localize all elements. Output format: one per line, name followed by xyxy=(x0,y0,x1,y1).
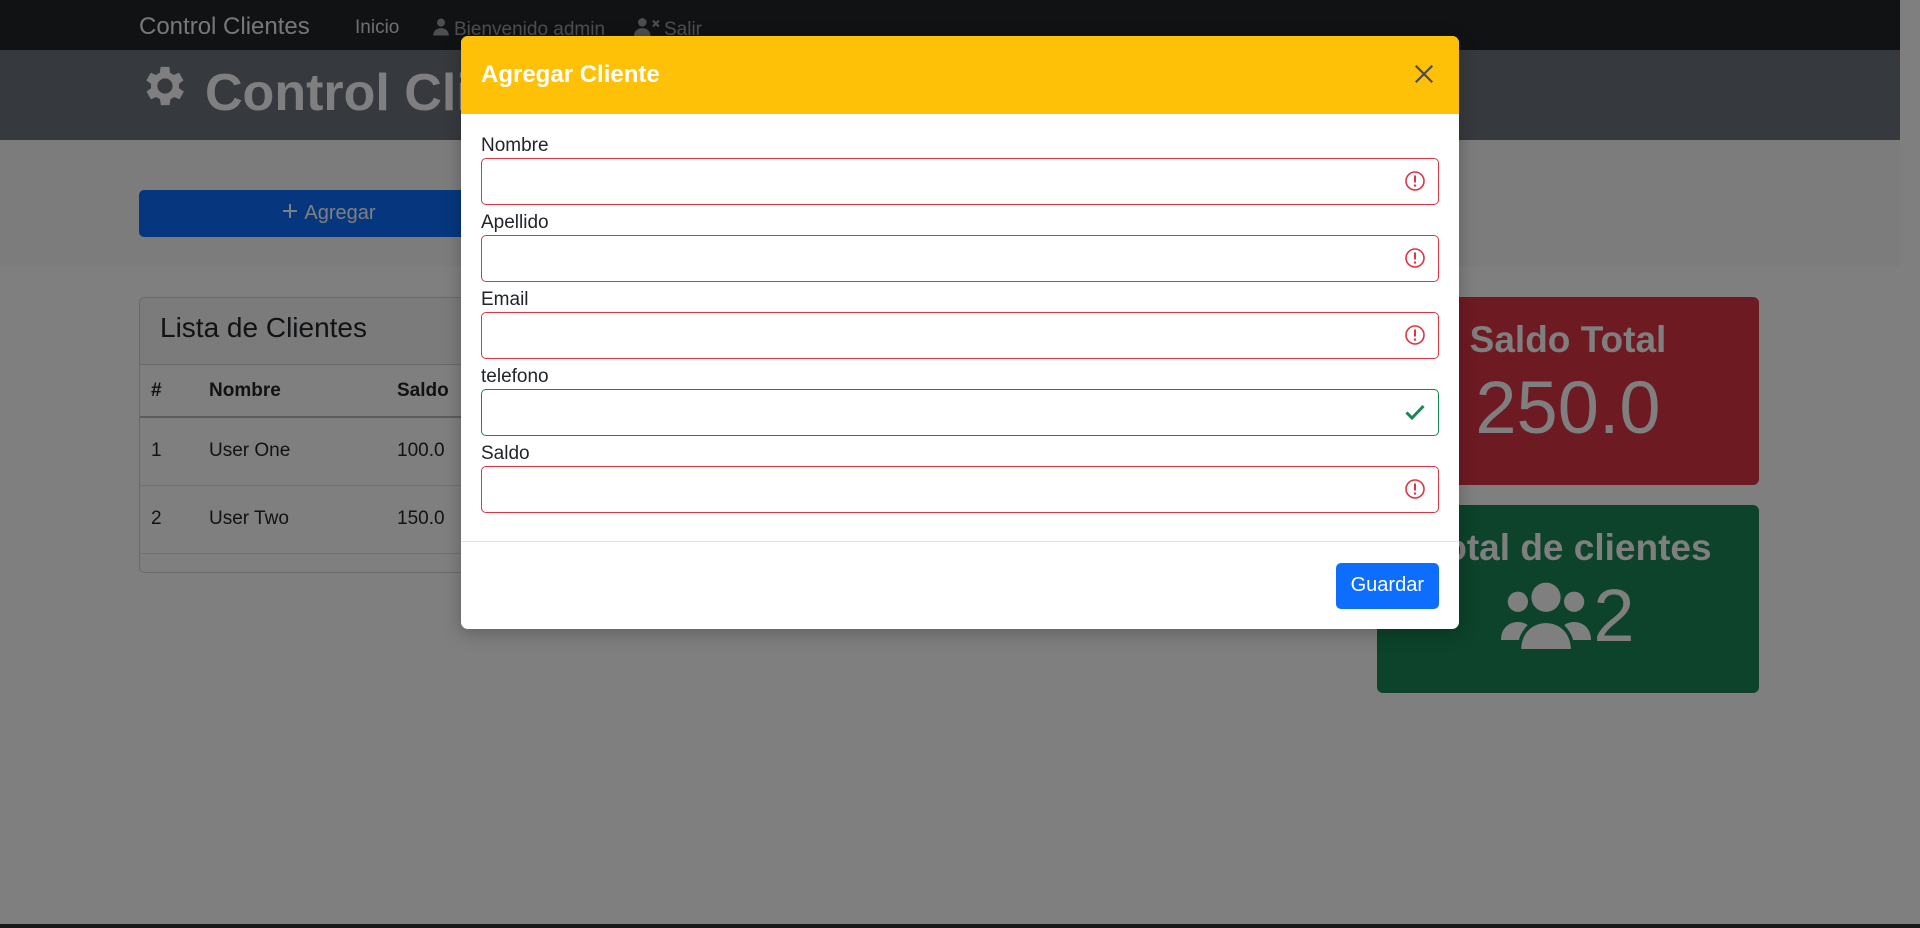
saldo-input[interactable] xyxy=(481,466,1439,513)
field-telefono: telefono xyxy=(481,365,1439,436)
save-button[interactable]: Guardar xyxy=(1335,562,1439,609)
field-label-saldo: Saldo xyxy=(481,443,530,464)
close-button[interactable] xyxy=(1409,60,1439,90)
field-apellido: Apellido xyxy=(481,211,1439,282)
telefono-input[interactable] xyxy=(481,389,1439,436)
field-nombre: Nombre xyxy=(481,134,1439,205)
field-label-telefono: telefono xyxy=(481,366,549,387)
modal-title: Agregar Cliente xyxy=(481,61,660,88)
modal-footer: Guardar xyxy=(461,542,1459,629)
modal-header: Agregar Cliente xyxy=(461,36,1459,114)
field-saldo: Saldo xyxy=(481,442,1439,513)
field-email: Email xyxy=(481,288,1439,359)
field-label-apellido: Apellido xyxy=(481,212,549,233)
add-client-modal: Agregar Cliente Nombre Apellido Email te… xyxy=(461,36,1459,629)
field-label-email: Email xyxy=(481,289,529,310)
apellido-input[interactable] xyxy=(481,235,1439,282)
field-label-nombre: Nombre xyxy=(481,135,549,156)
close-icon xyxy=(1413,63,1435,88)
modal-body: Nombre Apellido Email telefono Saldo xyxy=(461,114,1459,542)
nombre-input[interactable] xyxy=(481,158,1439,205)
email-input[interactable] xyxy=(481,312,1439,359)
